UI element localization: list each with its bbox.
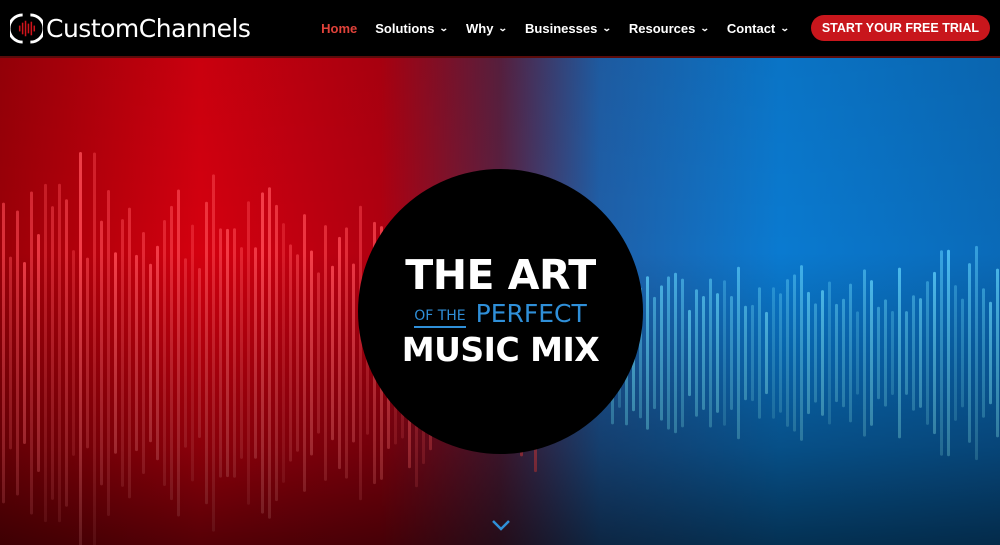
nav-resources[interactable]: Resources ⌄ bbox=[628, 20, 711, 36]
chevron-down-icon: ⌄ bbox=[439, 22, 450, 33]
chevron-down-icon: ⌄ bbox=[498, 22, 509, 33]
hero-title-perfect: PERFECT bbox=[475, 299, 587, 328]
chevron-down-icon[interactable] bbox=[490, 514, 512, 536]
chevron-down-icon: ⌄ bbox=[780, 22, 790, 33]
nav-label: Why bbox=[466, 20, 494, 36]
nav-label: Home bbox=[321, 20, 358, 36]
nav-label: Resources bbox=[628, 20, 696, 36]
nav-why[interactable]: Why ⌄ bbox=[466, 20, 509, 36]
nav-contact[interactable]: Contact ⌄ bbox=[726, 20, 790, 36]
main-nav: Home Solutions ⌄ Why ⌄ Businesses ⌄ Resourc… bbox=[303, 15, 990, 41]
nav-solutions[interactable]: Solutions ⌄ bbox=[375, 20, 450, 36]
hero-title-circle: THE ART OF THE PERFECT MUSIC MIX bbox=[358, 169, 643, 454]
hero-title-of-the: OF THE bbox=[414, 308, 466, 328]
hero-title-line2: OF THE PERFECT bbox=[414, 299, 587, 328]
nav-home[interactable]: Home bbox=[321, 21, 357, 36]
nav-label: Contact bbox=[726, 20, 776, 36]
logo-icon bbox=[10, 12, 43, 44]
logo-text: CustomChannels bbox=[46, 13, 251, 43]
site-header: CustomChannels Home Solutions ⌄ Why ⌄ Busi… bbox=[0, 0, 1000, 58]
hero-title-line3: MUSIC MIX bbox=[401, 330, 600, 369]
logo[interactable]: CustomChannels bbox=[10, 12, 251, 45]
nav-label: Solutions bbox=[375, 20, 435, 36]
chevron-down-icon: ⌄ bbox=[700, 22, 711, 33]
start-free-trial-button[interactable]: START YOUR FREE TRIAL bbox=[810, 15, 990, 41]
nav-businesses[interactable]: Businesses ⌄ bbox=[525, 20, 612, 36]
nav-label: Businesses bbox=[525, 20, 598, 36]
hero-banner: THE ART OF THE PERFECT MUSIC MIX bbox=[0, 58, 1000, 545]
hero-title-line1: THE ART bbox=[405, 251, 596, 299]
chevron-down-icon: ⌄ bbox=[602, 22, 612, 33]
